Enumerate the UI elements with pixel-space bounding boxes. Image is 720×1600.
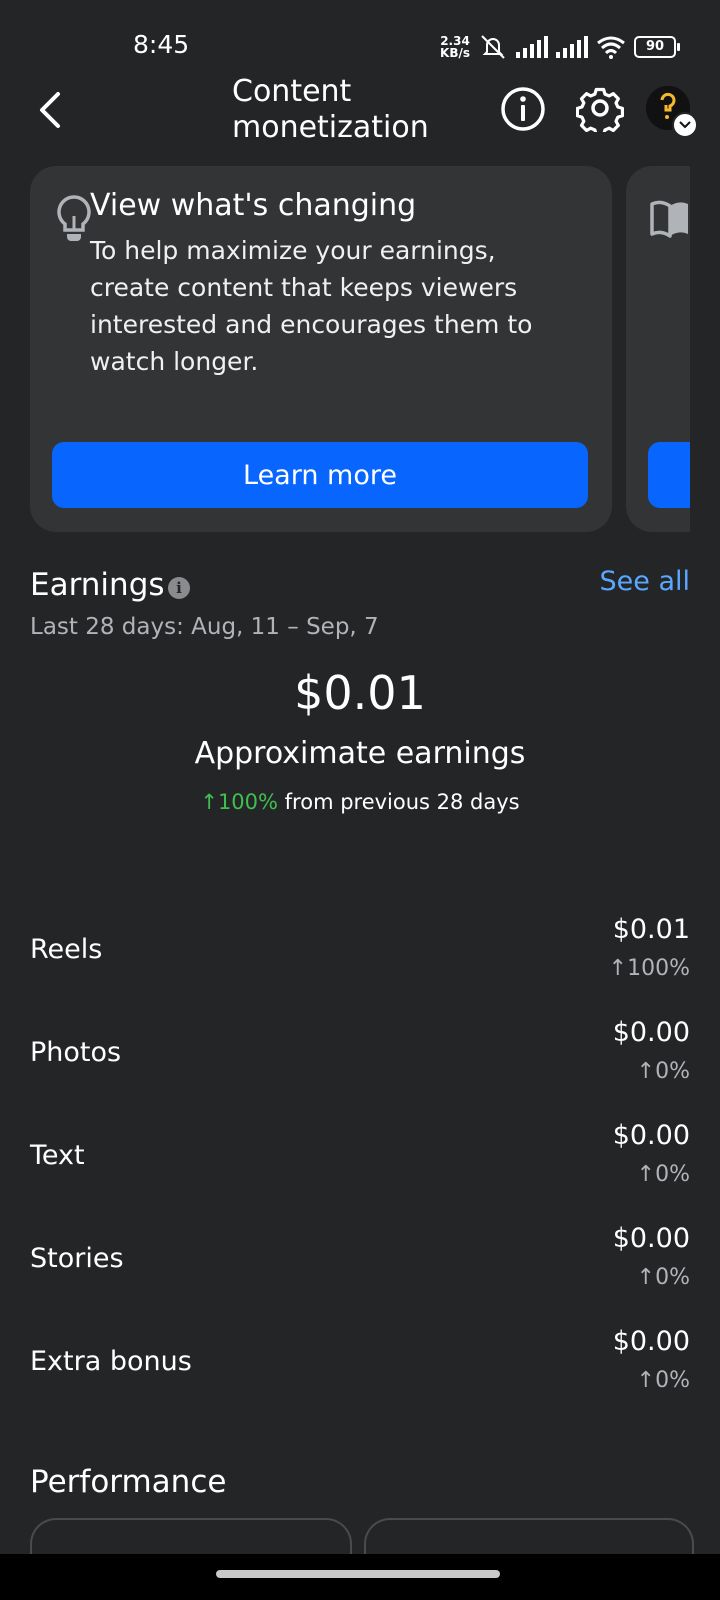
page-title: Content monetization bbox=[232, 74, 429, 142]
page-title-container: Content monetization bbox=[232, 74, 432, 142]
info-icon bbox=[501, 87, 545, 131]
earnings-row-pct: ↑0% bbox=[636, 1059, 690, 1084]
performance-title: Performance bbox=[30, 1464, 227, 1500]
card-title: View what's changing bbox=[90, 188, 417, 223]
net-speed: 2.34 KB/s bbox=[440, 35, 470, 59]
status-icons: 2.34 KB/s 90 bbox=[440, 34, 680, 60]
next-card[interactable] bbox=[626, 166, 690, 532]
earnings-row-label: Extra bonus bbox=[30, 1346, 192, 1377]
earnings-row-label: Stories bbox=[30, 1243, 124, 1274]
account-switch-chevron[interactable] bbox=[672, 112, 698, 138]
signal-icon bbox=[556, 36, 588, 58]
card-body: To help maximize your earnings, create c… bbox=[90, 236, 533, 376]
earnings-row-amount: $0.00 bbox=[612, 1017, 690, 1048]
avatar[interactable] bbox=[646, 86, 698, 138]
earnings-row-pct: ↑100% bbox=[608, 956, 690, 981]
back-button[interactable] bbox=[28, 82, 76, 138]
info-button[interactable] bbox=[500, 86, 546, 132]
earnings-row-label: Text bbox=[30, 1140, 85, 1171]
earnings-change-pct: ↑100% bbox=[200, 790, 278, 814]
net-speed-unit: KB/s bbox=[440, 46, 470, 60]
lightbulb-icon bbox=[57, 195, 91, 241]
earnings-row-pct: ↑0% bbox=[636, 1162, 690, 1187]
total-earnings-label: Approximate earnings bbox=[194, 736, 526, 771]
earnings-row-amount: $0.00 bbox=[612, 1223, 690, 1254]
earnings-row-pct: ↑0% bbox=[636, 1265, 690, 1290]
battery-icon: 90 bbox=[634, 36, 680, 58]
earnings-row-amount: $0.00 bbox=[612, 1326, 690, 1357]
book-icon bbox=[650, 200, 688, 238]
total-earnings: $0.01 bbox=[294, 666, 426, 720]
date-range: Last 28 days: Aug, 11 – Sep, 7 bbox=[30, 614, 379, 640]
earnings-row-label: Photos bbox=[30, 1037, 122, 1068]
see-all-link[interactable]: See all bbox=[600, 566, 691, 597]
next-card-button[interactable] bbox=[648, 442, 690, 508]
earnings-change-text: from previous 28 days bbox=[277, 790, 520, 814]
status-time: 8:45 bbox=[133, 30, 190, 59]
earnings-info-icon[interactable]: i bbox=[168, 577, 190, 599]
signal-icon bbox=[516, 36, 548, 58]
earnings-row-amount: $0.00 bbox=[612, 1120, 690, 1151]
learn-more-button[interactable]: Learn more bbox=[52, 442, 588, 508]
earnings-row-label: Reels bbox=[30, 934, 103, 965]
chevron-down-icon bbox=[679, 121, 691, 129]
home-handle[interactable] bbox=[216, 1570, 500, 1578]
chevron-left-icon bbox=[40, 92, 60, 128]
earnings-change: ↑100% from previous 28 days bbox=[0, 790, 720, 814]
earnings-title: Earnings bbox=[30, 567, 165, 603]
settings-button[interactable] bbox=[575, 84, 625, 137]
earnings-row-amount: $0.01 bbox=[612, 914, 690, 945]
earnings-row-pct: ↑0% bbox=[636, 1368, 690, 1393]
wifi-icon bbox=[597, 36, 625, 59]
gear-icon bbox=[575, 87, 625, 137]
mute-icon bbox=[481, 35, 505, 59]
